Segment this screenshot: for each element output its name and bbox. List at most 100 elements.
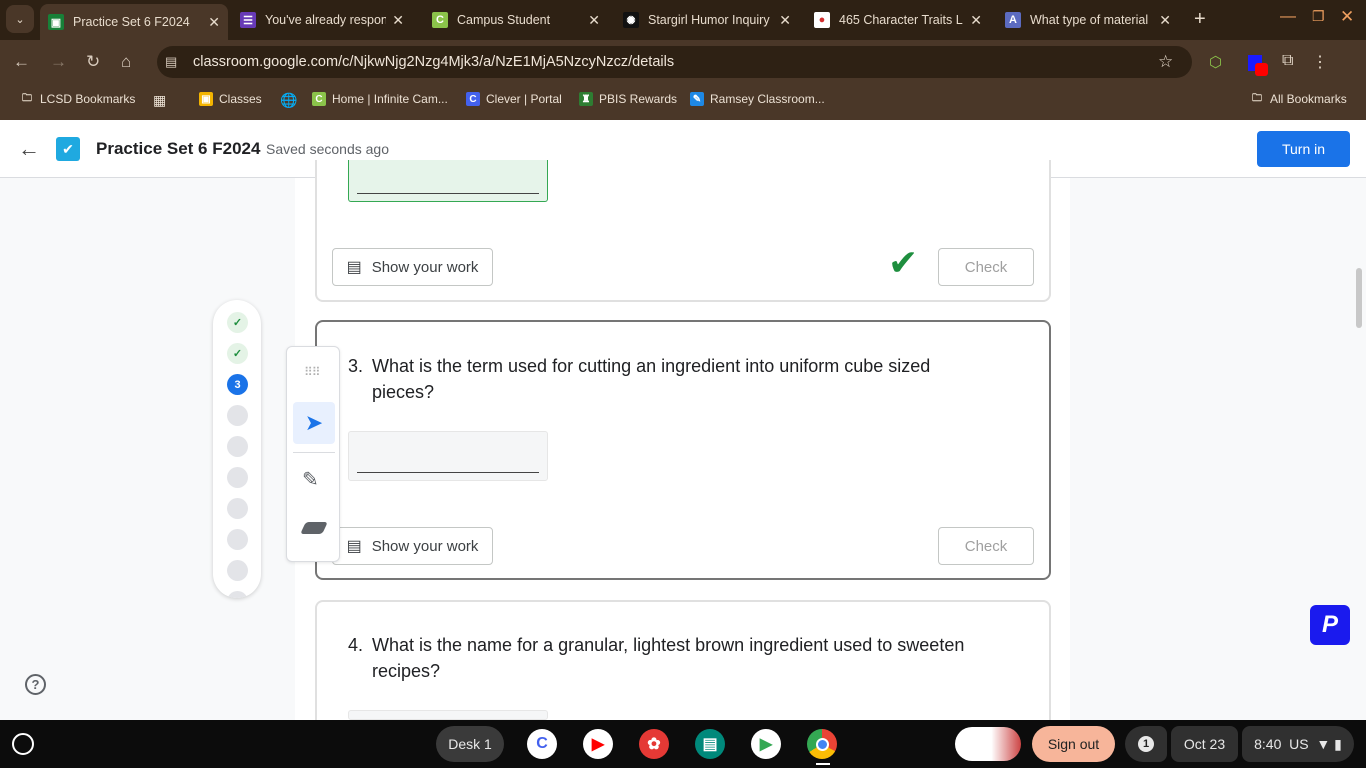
canvas-app-icon[interactable]: ✿ <box>639 729 669 759</box>
close-tab-icon[interactable]: ✕ <box>779 12 791 29</box>
extensions-puzzle-icon[interactable]: ⧉ <box>1282 52 1293 70</box>
site-icon: A <box>1005 12 1021 28</box>
forms-icon: ☰ <box>240 12 256 28</box>
progress-q4[interactable] <box>227 405 248 426</box>
bookmark-lcsd[interactable]: 🗀 LCSD Bookmarks <box>20 92 135 106</box>
date-button[interactable]: Oct 23 <box>1171 726 1238 762</box>
clever-icon: C <box>466 92 480 106</box>
back-icon[interactable]: ← <box>13 52 30 72</box>
youtube-app-icon[interactable]: ▶ <box>583 729 613 759</box>
close-tab-icon[interactable]: ✕ <box>1159 12 1171 29</box>
bookmark-ramsey[interactable]: ✎ Ramsey Classroom... <box>690 92 825 106</box>
desk-button[interactable]: Desk 1 <box>436 726 504 762</box>
tab-campus-student[interactable]: C Campus Student ✕ <box>424 6 608 34</box>
folder-gear-icon: 🗀 <box>22 92 32 104</box>
bookmark-clever[interactable]: C Clever | Portal <box>466 92 562 106</box>
classroom-icon: ▣ <box>199 92 213 106</box>
close-tab-icon[interactable]: ✕ <box>392 12 404 29</box>
pbis-icon: ♜ <box>579 92 593 106</box>
chatgpt-icon: ✺ <box>623 12 639 28</box>
close-tab-icon[interactable]: ✕ <box>208 14 220 31</box>
extension-badge <box>1255 63 1268 76</box>
page-title: Practice Set 6 F2024 <box>96 139 261 158</box>
bookmark-classes[interactable]: ▣ Classes <box>199 92 262 106</box>
holding-space-thumbnails[interactable] <box>955 727 1021 761</box>
progress-q6[interactable] <box>227 467 248 488</box>
wifi-icon: ▼ <box>1316 736 1331 752</box>
help-icon[interactable]: ? <box>25 674 46 695</box>
tab-material[interactable]: A What type of material ✕ <box>997 6 1179 34</box>
notifications-button[interactable]: 1 <box>1125 726 1167 762</box>
ramsey-icon: ✎ <box>690 92 704 106</box>
folder-icon: 🗀 <box>1252 92 1262 104</box>
bookmark-infinite-campus[interactable]: C Home | Infinite Cam... <box>312 92 448 106</box>
close-tab-icon[interactable]: ✕ <box>588 12 600 29</box>
status-tray[interactable]: 8:40 US ▼ ▮ <box>1242 726 1354 762</box>
notes-icon: ▤ <box>346 538 362 555</box>
news-app-icon[interactable]: ▤ <box>695 729 725 759</box>
sign-out-button[interactable]: Sign out <box>1032 726 1115 762</box>
check-button[interactable]: Check <box>938 248 1034 286</box>
new-tab-button[interactable]: + <box>1194 8 1206 31</box>
chrome-app-icon[interactable] <box>807 729 837 759</box>
check-button[interactable]: Check <box>938 527 1034 565</box>
progress-q5[interactable] <box>227 436 248 457</box>
menu-kebab-icon[interactable]: ⋮ <box>1312 52 1328 72</box>
reload-icon[interactable]: ↻ <box>86 52 100 72</box>
close-tab-icon[interactable]: ✕ <box>970 12 982 29</box>
progress-q7[interactable] <box>227 498 248 519</box>
eraser-icon[interactable] <box>300 522 328 534</box>
bookmark-star-icon[interactable]: ☆ <box>1158 52 1173 72</box>
minimize-button[interactable]: — <box>1280 8 1296 26</box>
progress-q3-current[interactable]: 3 <box>227 374 248 395</box>
save-status: Saved seconds ago <box>266 141 389 157</box>
turn-in-button[interactable]: Turn in <box>1257 131 1350 167</box>
active-app-indicator <box>816 763 830 765</box>
tab-stargirl[interactable]: ✺ Stargirl Humor Inquiry ✕ <box>615 6 799 34</box>
tab-search-button[interactable]: ⌄ <box>6 5 34 33</box>
scrollbar[interactable] <box>1356 268 1362 328</box>
site-info-icon[interactable]: ▤ <box>165 54 177 70</box>
divider <box>293 452 335 453</box>
restore-button[interactable]: ❐ <box>1312 8 1325 25</box>
classroom-icon: ▣ <box>48 14 64 30</box>
correct-checkmark-icon: ✔ <box>888 242 919 283</box>
extension-p-floating-icon[interactable]: P <box>1310 605 1350 645</box>
battery-icon: ▮ <box>1334 735 1342 752</box>
address-bar[interactable]: classroom.google.com/c/NjkwNjg2Nzg4Mjk3/… <box>157 46 1192 78</box>
pen-icon[interactable]: ✎ <box>302 467 319 492</box>
back-arrow-icon[interactable]: ← <box>18 136 40 162</box>
clever-app-icon[interactable]: C <box>527 729 557 759</box>
apple-icon: ● <box>814 12 830 28</box>
question-progress: ✓ ✓ 3 <box>213 300 261 598</box>
play-store-app-icon[interactable]: ▶ <box>751 729 781 759</box>
tab-forms[interactable]: ☰ You've already respond ✕ <box>232 6 412 34</box>
progress-q2-done[interactable]: ✓ <box>227 343 248 364</box>
answer-field-3[interactable] <box>348 431 548 481</box>
all-bookmarks[interactable]: 🗀 All Bookmarks <box>1250 92 1347 106</box>
drag-handle-icon[interactable]: ⠿⠿ <box>304 365 321 379</box>
show-work-button[interactable]: ▤ Show your work <box>332 527 493 565</box>
forward-icon[interactable]: → <box>50 52 67 72</box>
progress-q9[interactable] <box>227 560 248 581</box>
notes-icon: ▤ <box>346 259 362 276</box>
home-icon[interactable]: ⌂ <box>121 52 131 72</box>
show-work-button[interactable]: ▤ Show your work <box>332 248 493 286</box>
annotation-toolbar: ⠿⠿ ➤ ✎ <box>286 346 340 562</box>
apps-grid-icon[interactable]: ▦ <box>153 92 166 109</box>
close-window-button[interactable]: ✕ <box>1340 7 1354 27</box>
extension-ck-icon[interactable]: ⬡ <box>1209 53 1222 71</box>
bookmark-globe-icon[interactable]: 🌐 <box>280 92 297 109</box>
progress-q8[interactable] <box>227 529 248 550</box>
progress-q10[interactable] <box>227 591 248 598</box>
question-4-text: 4. What is the name for a granular, light… <box>348 635 965 681</box>
bookmark-pbis[interactable]: ♜ PBIS Rewards <box>579 92 677 106</box>
tab-character-traits[interactable]: ● 465 Character Traits L ✕ <box>806 6 990 34</box>
progress-q1-done[interactable]: ✓ <box>227 312 248 333</box>
question-3-text: 3. What is the term used for cutting an i… <box>348 356 931 402</box>
tab-practice-set[interactable]: ▣ Practice Set 6 F2024 ✕ <box>40 4 228 40</box>
select-pointer-icon[interactable]: ➤ <box>293 402 335 444</box>
answer-field-correct[interactable] <box>348 160 548 202</box>
answer-field-4[interactable] <box>348 710 548 720</box>
launcher-icon[interactable] <box>12 733 34 755</box>
